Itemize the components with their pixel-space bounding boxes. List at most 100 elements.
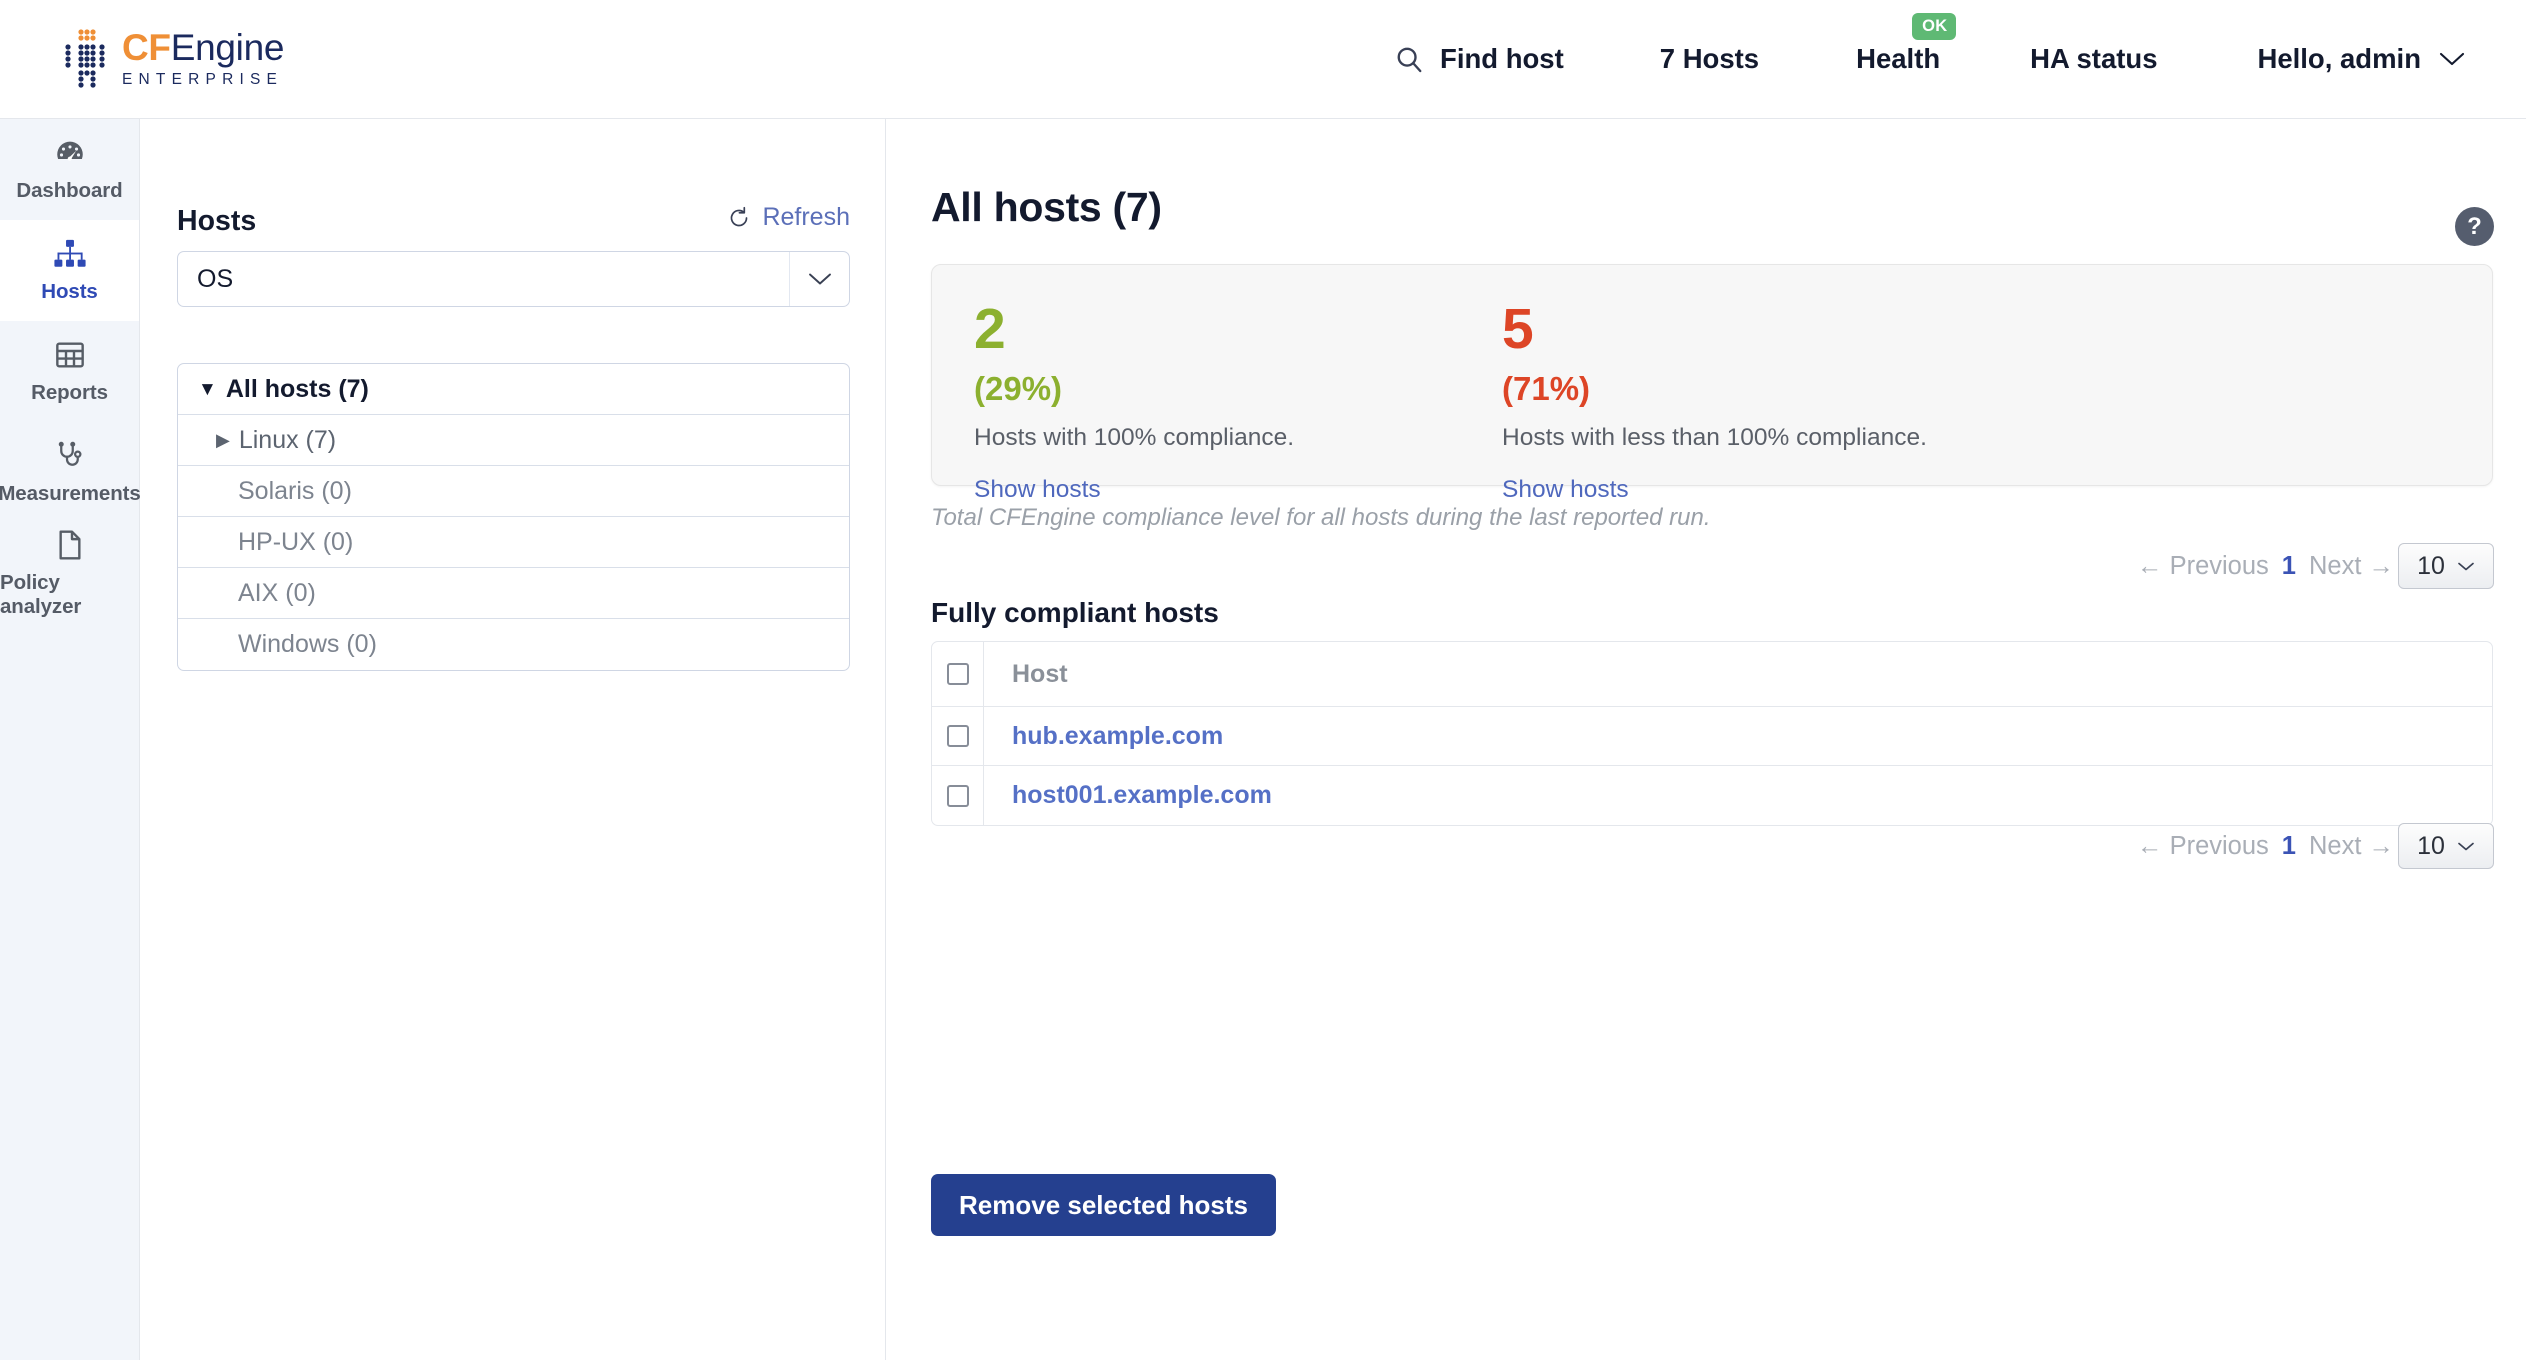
brand-edition: ENTERPRISE <box>122 71 284 89</box>
noncompliant-hosts-count: 5 <box>1502 297 1534 361</box>
triangle-right-icon: ▶ <box>216 430 230 450</box>
stethoscope-icon <box>55 439 85 473</box>
noncompliant-hosts-description: Hosts with less than 100% compliance. <box>1502 424 1927 451</box>
triangle-down-icon: ▼ <box>198 378 217 400</box>
tree-item-aix-label: AIX (0) <box>238 578 316 607</box>
sidebar-item-dashboard[interactable]: Dashboard <box>0 119 139 220</box>
noncompliant-hosts-stat: 5 (71%) Hosts with less than 100% compli… <box>1502 265 1927 504</box>
column-header-host: Host <box>1012 659 1068 688</box>
nav-ha-status-label: HA status <box>2030 43 2158 74</box>
tree-item-aix[interactable]: AIX (0) <box>178 568 849 619</box>
os-filter-select[interactable]: OS <box>177 251 850 307</box>
compliant-hosts-stat: 2 (29%) Hosts with 100% compliance. Show… <box>974 265 1454 504</box>
compliance-summary-card: 2 (29%) Hosts with 100% compliance. Show… <box>931 264 2493 504</box>
sitemap-icon <box>53 237 87 271</box>
host-cell: hub.example.com <box>984 722 1223 751</box>
sidebar-item-dashboard-label: Dashboard <box>16 179 123 202</box>
nav-hosts-count-label: 7 Hosts <box>1659 43 1760 74</box>
refresh-label: Refresh <box>762 203 850 231</box>
tree-item-solaris[interactable]: Solaris (0) <box>178 466 849 517</box>
tree-item-solaris-label: Solaris (0) <box>238 476 352 505</box>
noncompliant-show-hosts-link[interactable]: Show hosts <box>1502 476 1927 504</box>
nav-find-host[interactable]: Find host <box>1394 43 1564 75</box>
tree-item-hpux[interactable]: HP-UX (0) <box>178 517 849 568</box>
brand-logo[interactable]: CFEngine ENTERPRISE <box>62 27 284 91</box>
pagination-previous-button[interactable]: ← Previous <box>2137 552 2269 581</box>
nav-health[interactable]: Health OK <box>1856 13 1957 75</box>
sidebar-item-policy-analyzer-label: Policy analyzer <box>0 571 82 618</box>
tree-item-windows[interactable]: Windows (0) <box>178 619 849 670</box>
table-row: hub.example.com <box>932 707 2492 766</box>
pagination-bottom: ← Previous 1 Next → 10 <box>2137 823 2494 869</box>
user-menu-label: Hello, admin <box>2257 43 2422 74</box>
nav-ha-status[interactable]: HA status <box>2030 43 2157 75</box>
sidebar-item-reports-label: Reports <box>31 381 108 404</box>
tree-item-hpux-label: HP-UX (0) <box>238 527 354 556</box>
top-header-bar: CFEngine ENTERPRISE Find host 7 Hosts He… <box>0 0 2526 119</box>
page-size-value: 10 <box>2417 551 2445 580</box>
pagination-previous-button[interactable]: ← Previous <box>2137 832 2269 861</box>
chevron-down-icon <box>2457 841 2475 852</box>
refresh-button[interactable]: Refresh <box>727 203 850 232</box>
select-all-checkbox-cell <box>932 642 984 706</box>
nav-health-label: Health <box>1856 43 1941 74</box>
remove-selected-hosts-button[interactable]: Remove selected hosts <box>931 1174 1277 1236</box>
row-checkbox[interactable] <box>946 784 969 807</box>
filter-panel-title: Hosts <box>177 204 257 237</box>
tree-item-linux-label: Linux (7) <box>238 425 337 454</box>
help-button[interactable]: ? <box>2455 207 2494 246</box>
document-icon <box>56 528 84 562</box>
filter-panel-header: Hosts Refresh <box>177 203 850 238</box>
nav-find-host-label: Find host <box>1440 43 1564 74</box>
row-checkbox-cell <box>932 707 984 765</box>
gauge-icon <box>53 136 87 170</box>
sidebar-item-policy-analyzer[interactable]: Policy analyzer <box>0 523 139 624</box>
pagination-next-button[interactable]: Next → <box>2309 552 2394 581</box>
table-header-row: Host <box>932 642 2492 707</box>
tree-item-windows-label: Windows (0) <box>238 630 377 658</box>
help-icon: ? <box>2467 212 2482 240</box>
page-size-select[interactable]: 10 <box>2398 823 2494 869</box>
compliant-hosts-percent: (29%) <box>974 370 1063 407</box>
chevron-down-icon <box>2457 561 2475 572</box>
pagination-current-page[interactable]: 1 <box>2282 832 2296 861</box>
brand-name-cf: CF <box>122 26 171 68</box>
pagination-current-page[interactable]: 1 <box>2282 552 2296 581</box>
host-link[interactable]: host001.example.com <box>1012 781 1272 809</box>
tree-item-all-hosts-label: All hosts (7) <box>225 374 369 403</box>
sidebar-item-hosts-label: Hosts <box>41 280 98 303</box>
sidebar-item-measurements[interactable]: Measurements <box>0 422 141 523</box>
left-nav-rail: Dashboard Hosts Reports Measurements Pol… <box>0 119 141 1360</box>
sidebar-item-reports[interactable]: Reports <box>0 321 139 422</box>
brand-wordmark: CFEngine ENTERPRISE <box>122 26 285 90</box>
pagination-next-button[interactable]: Next → <box>2309 832 2394 861</box>
row-checkbox[interactable] <box>946 725 969 747</box>
compliant-show-hosts-link[interactable]: Show hosts <box>974 476 1454 504</box>
sidebar-item-measurements-label: Measurements <box>0 482 141 505</box>
main-content: All hosts (7) ? 2 (29%) Hosts with 100% … <box>887 119 2526 1360</box>
os-filter-value: OS <box>197 264 234 293</box>
fully-compliant-hosts-table: Host hub.example.com host001.example.com <box>931 641 2493 826</box>
select-all-checkbox[interactable] <box>946 663 969 685</box>
host-link[interactable]: hub.example.com <box>1012 722 1223 750</box>
page-size-select[interactable]: 10 <box>2398 543 2494 589</box>
user-menu[interactable]: Hello, admin <box>2258 43 2467 75</box>
refresh-icon <box>727 206 751 230</box>
tree-item-all-hosts[interactable]: ▼ All hosts (7) <box>178 364 849 415</box>
chevron-down-icon <box>2438 50 2466 68</box>
header-nav: Find host 7 Hosts Health OK HA status He… <box>1394 0 2466 118</box>
chevron-down-icon <box>789 252 849 306</box>
compliant-hosts-description: Hosts with 100% compliance. <box>974 424 1295 451</box>
host-cell: host001.example.com <box>984 781 1272 810</box>
page-title: All hosts (7) <box>931 184 1162 230</box>
page-size-value: 10 <box>2417 831 2445 860</box>
brand-name-engine: Engine <box>170 26 285 68</box>
nav-hosts-count[interactable]: 7 Hosts <box>1660 43 1759 75</box>
hosts-filter-panel: Hosts Refresh OS ▼ All hosts (7) ▶ Linux <box>141 119 886 1360</box>
os-tree-list: ▼ All hosts (7) ▶ Linux (7) Solaris (0) … <box>177 363 850 671</box>
sidebar-item-hosts[interactable]: Hosts <box>0 220 139 321</box>
table-row: host001.example.com <box>932 766 2492 825</box>
table-icon <box>54 338 86 372</box>
cfengine-dot-matrix-icon <box>65 29 105 88</box>
tree-item-linux[interactable]: ▶ Linux (7) <box>178 415 849 466</box>
